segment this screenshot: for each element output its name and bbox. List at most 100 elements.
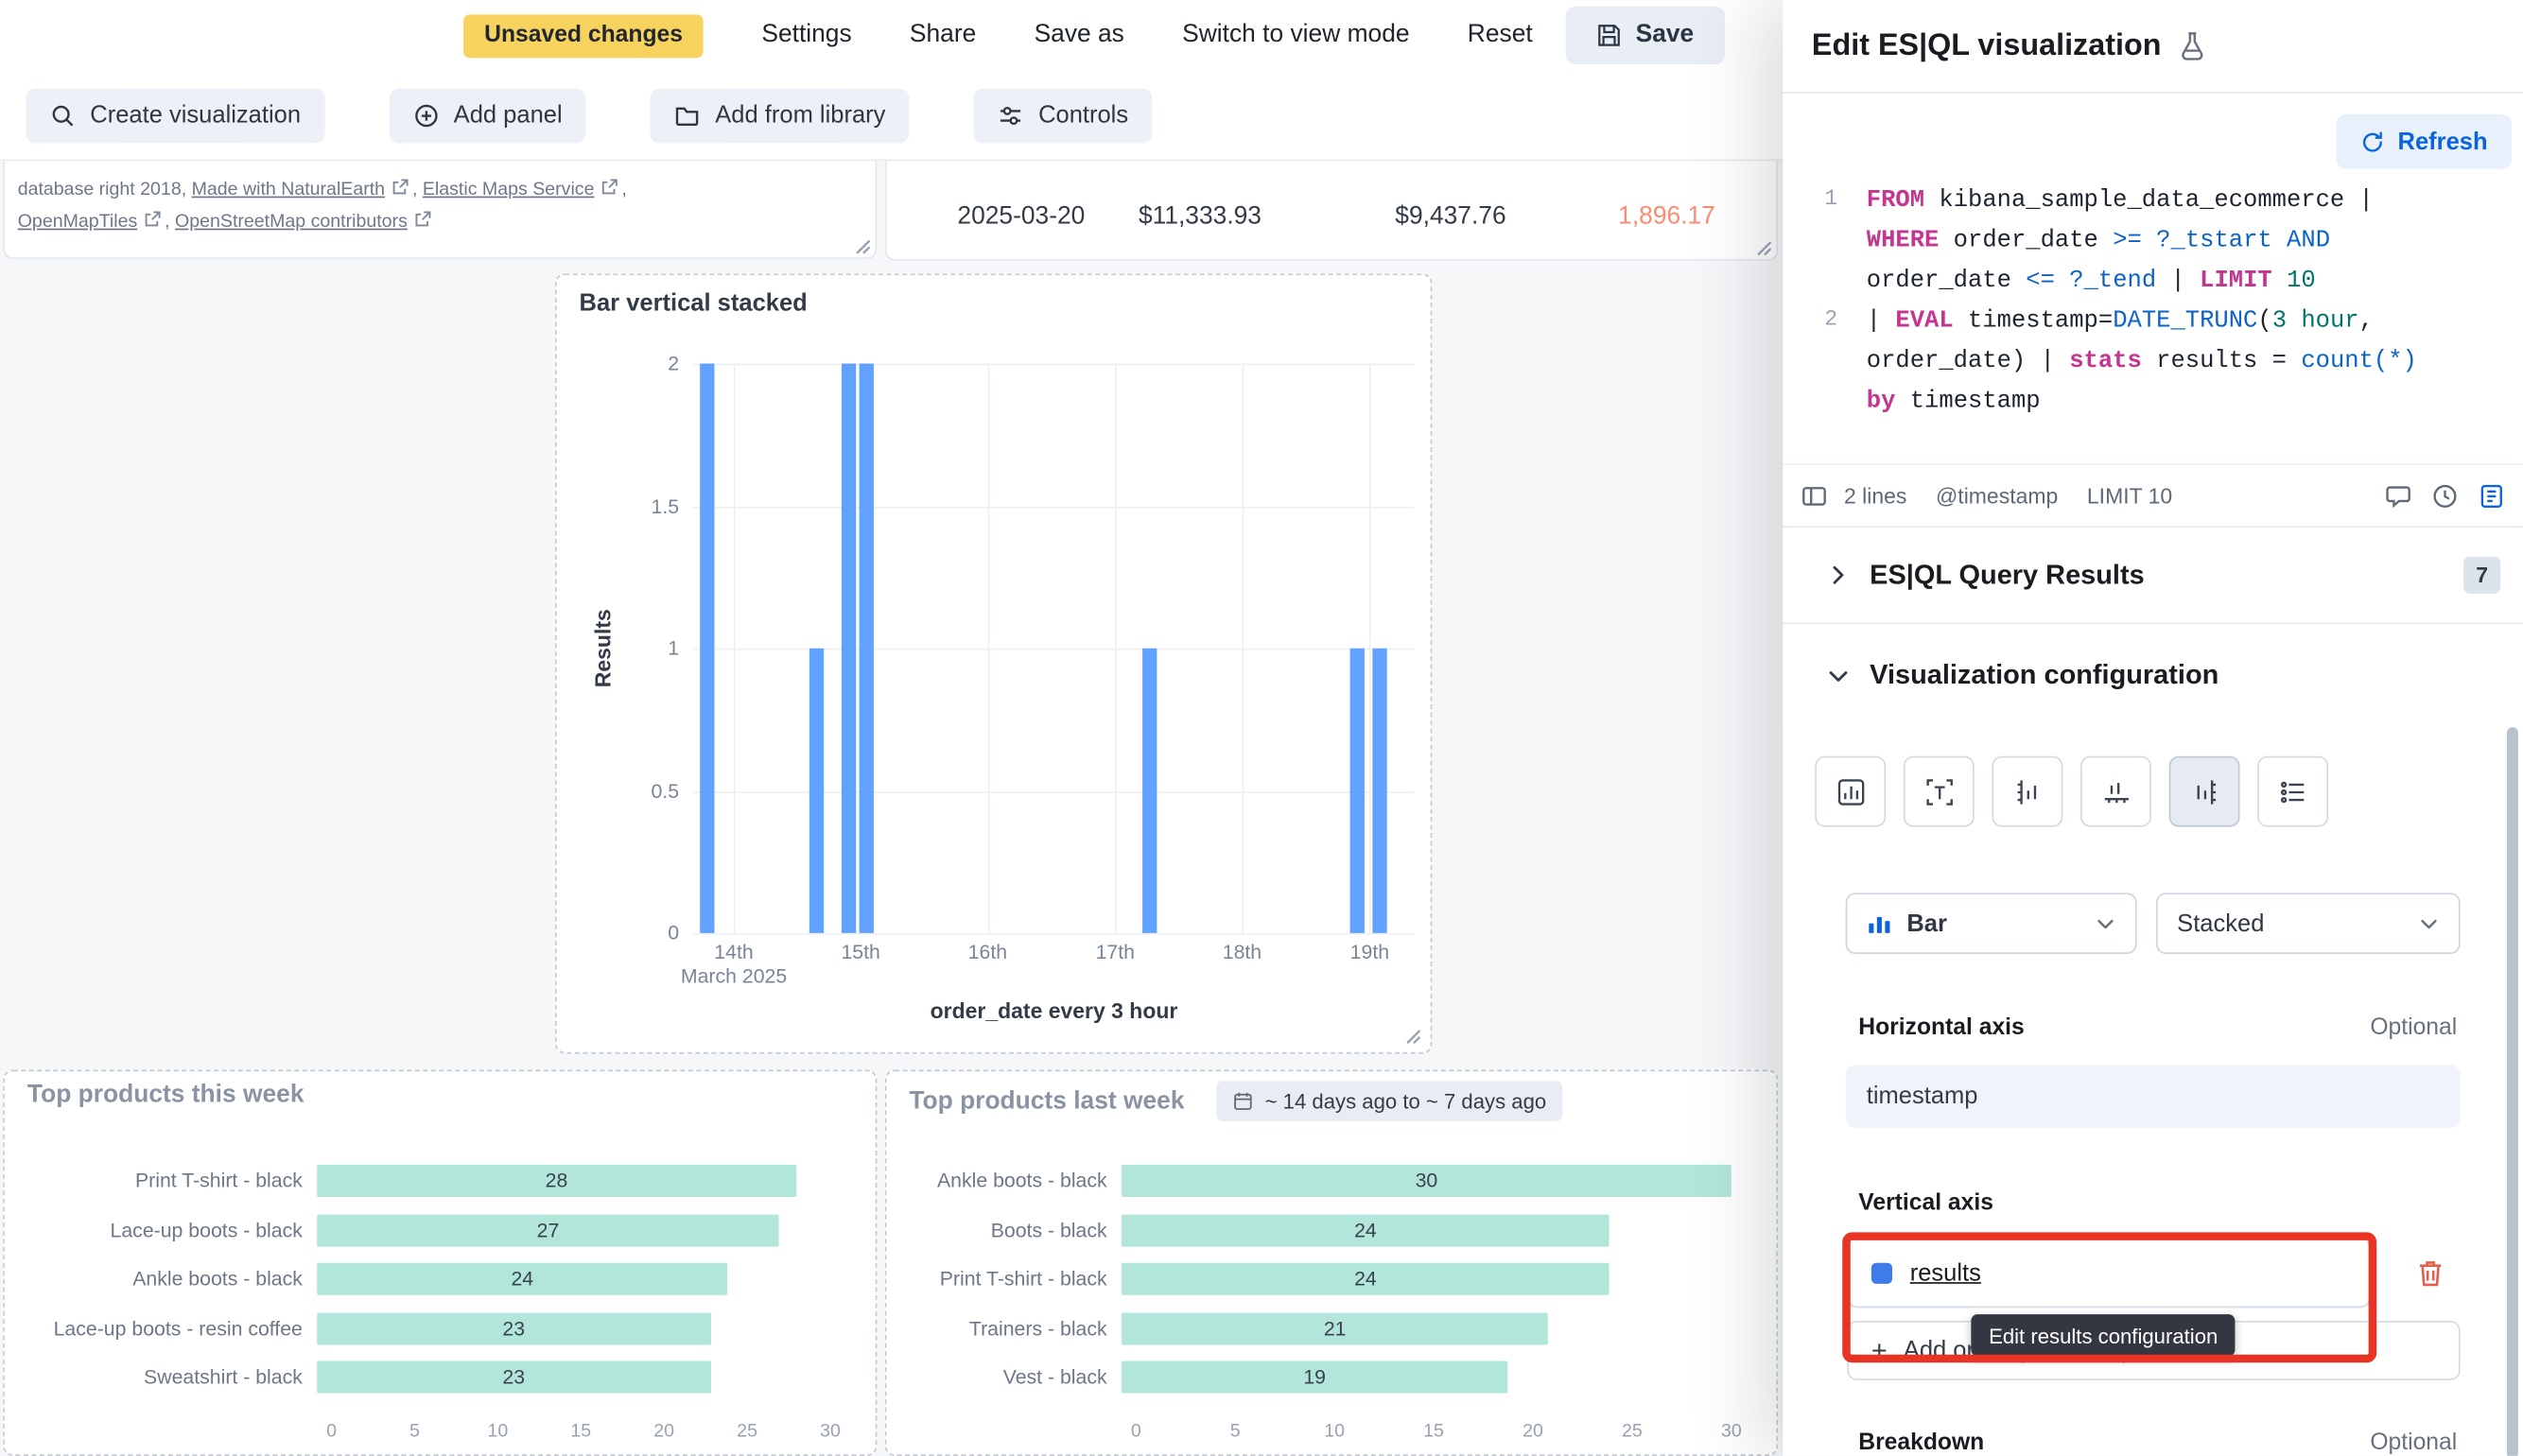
attribution-link-made-with-naturalearth[interactable]: Made with NaturalEarth — [192, 181, 385, 199]
map-panel[interactable]: database right 2018, Made with NaturalEa… — [3, 161, 877, 259]
esql-editor-icon[interactable] — [1801, 482, 1828, 510]
gridline-vertical — [987, 364, 989, 933]
left-axis-icon-button[interactable] — [1992, 756, 2062, 827]
horizontal-axis-value: timestamp — [1867, 1083, 1978, 1110]
bar-chart-panel[interactable]: Bar vertical stacked Results 00.511.52 1… — [555, 273, 1432, 1053]
hbar-row: Print T-shirt - black24 — [906, 1263, 1731, 1295]
y-tick-label: 0.5 — [651, 779, 679, 802]
folder-icon — [675, 102, 701, 128]
code-line: order_date) | stats results = count(*) — [1783, 341, 2523, 382]
x-tick-label: 10 — [487, 1422, 508, 1441]
resize-handle-icon[interactable] — [1752, 234, 1771, 253]
esql-code-editor[interactable]: 1FROM kibana_sample_data_ecommerce |WHER… — [1783, 181, 2523, 422]
chart-type-select[interactable]: Bar — [1846, 893, 2137, 954]
series-color-swatch — [1871, 1262, 1892, 1283]
bar-track: 27 — [317, 1214, 830, 1246]
table-row: 2025-03-20$11,333.93$9,437.761,896.17 — [887, 202, 1715, 232]
code-text: by timestamp — [1837, 381, 2040, 422]
attribution-link-openstreetmap-contributors[interactable]: OpenStreetMap contributors — [175, 213, 408, 232]
bar[interactable]: 27 — [317, 1214, 778, 1246]
legend-icon-button[interactable] — [2257, 756, 2328, 827]
chevron-down-icon[interactable] — [1826, 664, 1851, 688]
bar[interactable]: 24 — [1122, 1263, 1610, 1295]
bar[interactable]: 24 — [317, 1263, 727, 1295]
metrics-table-panel[interactable]: 2025-03-20$11,333.93$9,437.761,896.17 — [885, 161, 1778, 260]
horizontal-axis-label: Horizontal axis — [1858, 1015, 2024, 1041]
vertical-axis-label: Vertical axis — [1858, 1190, 1993, 1216]
bar[interactable]: 21 — [1122, 1312, 1548, 1344]
bar-segment[interactable] — [842, 364, 856, 933]
breakdown-label: Breakdown — [1858, 1430, 1984, 1456]
bar-segment[interactable] — [1141, 649, 1156, 933]
chevron-right-icon[interactable] — [1826, 563, 1851, 588]
x-axis-ticks: 051015202530 — [1136, 1422, 1731, 1447]
horizontal-axis-field[interactable]: timestamp — [1846, 1065, 2461, 1127]
gridline-vertical — [1369, 364, 1371, 933]
bar-segment[interactable] — [701, 364, 715, 933]
bar[interactable]: 23 — [317, 1361, 710, 1393]
editor-footer: 2 lines @timestamp LIMIT 10 — [1783, 463, 2523, 528]
bar[interactable]: 30 — [1122, 1165, 1731, 1197]
bar-segment[interactable] — [1349, 649, 1364, 933]
bar-track: 24 — [1122, 1263, 1731, 1295]
chart-frame-icon-button[interactable] — [1815, 756, 1886, 827]
x-tick-label: 25 — [1622, 1422, 1643, 1441]
attribution-link-openmaptiles[interactable]: OpenMapTiles — [18, 213, 138, 232]
right-axis-icon-button[interactable] — [2169, 756, 2240, 827]
flyout-scrollbar[interactable] — [2507, 727, 2518, 1456]
add-from-library-button[interactable]: Add from library — [651, 88, 910, 143]
attribution-link-elastic-maps-service[interactable]: Elastic Maps Service — [423, 181, 595, 199]
x-tick-label: 30 — [1721, 1422, 1742, 1441]
feedback-icon[interactable] — [2385, 482, 2412, 510]
resize-handle-icon[interactable] — [1401, 1023, 1420, 1042]
menu-item-share[interactable]: Share — [910, 21, 976, 50]
menu-item-settings[interactable]: Settings — [761, 21, 851, 50]
products-this-week-panel[interactable]: Top products this week Print T-shirt - b… — [3, 1070, 877, 1456]
code-line: order_date <= ?_tend | LIMIT 10 — [1783, 261, 2523, 302]
bar[interactable]: 23 — [317, 1312, 710, 1344]
bar-segment[interactable] — [809, 649, 823, 933]
titles-text-icon-button[interactable] — [1904, 756, 1975, 827]
save-button[interactable]: Save — [1565, 7, 1725, 64]
y-tick-label: 2 — [668, 353, 679, 375]
bottom-axis-icon-button[interactable] — [2080, 756, 2151, 827]
esql-query-results-section: ES|QL Query Results 7 — [1783, 528, 2523, 624]
category-label: Lace-up boots - black — [25, 1219, 318, 1241]
bar[interactable]: 19 — [1122, 1361, 1507, 1393]
category-label: Print T-shirt - black — [906, 1268, 1122, 1291]
create-visualization-button[interactable]: Create visualization — [26, 88, 324, 143]
bar[interactable]: 28 — [317, 1165, 796, 1197]
vertical-axis-field[interactable]: results — [1847, 1237, 2370, 1308]
add-panel-button[interactable]: Add panel — [390, 88, 587, 143]
history-icon[interactable] — [2431, 482, 2459, 510]
vertical-axis-field-link[interactable]: results — [1910, 1258, 1981, 1286]
controls-button[interactable]: Controls — [974, 88, 1153, 143]
docs-icon[interactable] — [2478, 482, 2505, 510]
time-range-badge[interactable]: ~ 14 days ago to ~ 7 days ago — [1217, 1081, 1563, 1121]
x-tick-label: 14thMarch 2025 — [681, 941, 787, 989]
chart-type-row: Bar Stacked — [1846, 893, 2461, 954]
bar-value-label: 23 — [502, 1366, 525, 1389]
bar-value-label: 21 — [1324, 1317, 1347, 1340]
category-label: Lace-up boots - resin coffee — [25, 1317, 318, 1340]
products-last-week-panel[interactable]: Top products last week ~ 14 days ago to … — [885, 1070, 1778, 1456]
delete-field-button[interactable] — [2407, 1250, 2452, 1295]
bar-value-label: 27 — [537, 1219, 560, 1241]
optional-label: Optional — [2370, 1430, 2457, 1456]
gridline-horizontal — [693, 790, 1414, 792]
bar[interactable]: 24 — [1122, 1214, 1610, 1246]
time-range-label: ~ 14 days ago to ~ 7 days ago — [1265, 1089, 1547, 1114]
x-axis-tick-labels: 14thMarch 202515th16th17th18th19th — [693, 941, 1414, 998]
bar-segment[interactable] — [1372, 649, 1386, 933]
bar-value-label: 23 — [502, 1317, 525, 1340]
x-tick-label: 0 — [326, 1422, 337, 1441]
refresh-button[interactable]: Refresh — [2337, 114, 2512, 169]
chart-mode-select[interactable]: Stacked — [2156, 893, 2461, 954]
menu-item-save-as[interactable]: Save as — [1035, 21, 1124, 50]
bar-segment[interactable] — [859, 364, 873, 933]
menu-item-reset[interactable]: Reset — [1468, 21, 1533, 50]
resize-handle-icon[interactable] — [851, 234, 870, 252]
menu-item-switch-to-view-mode[interactable]: Switch to view mode — [1182, 21, 1409, 50]
unsaved-changes-badge[interactable]: Unsaved changes — [463, 13, 704, 57]
optional-label: Optional — [2370, 1015, 2457, 1041]
